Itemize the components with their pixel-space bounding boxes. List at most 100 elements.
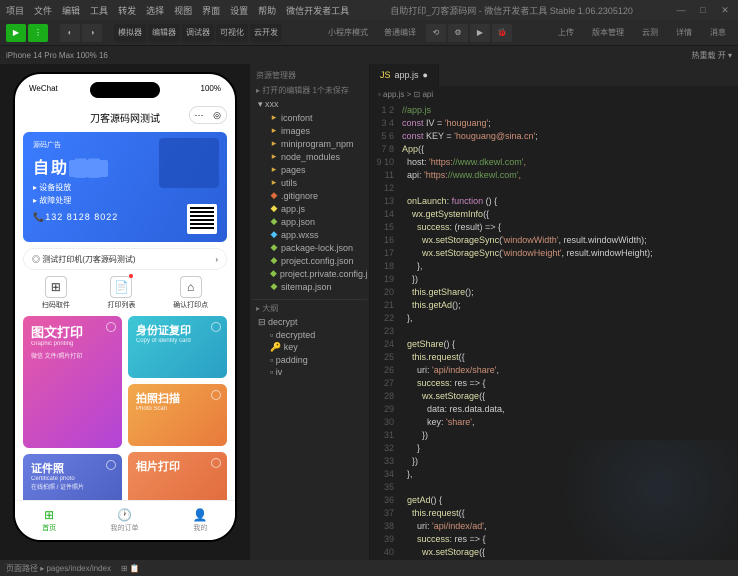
toolbar-button[interactable]: ⋮ [28, 24, 48, 42]
editor-panel: JS app.js ● ▫ app.js > ⊡ api 1 2 3 4 5 6… [370, 64, 738, 560]
card-graphic-print[interactable]: 图文打印 Graphic printing 微信 文件/照片打印 [23, 316, 122, 448]
tree-item[interactable]: ◆project.private.config.js... [252, 267, 367, 280]
menu-微信开发者工具[interactable]: 微信开发者工具 [286, 4, 349, 17]
folder-icon: ▸ [270, 177, 278, 188]
toolbar-tab-云开发[interactable]: 云开发 [250, 24, 282, 42]
menu-界面[interactable]: 界面 [202, 4, 220, 17]
menu-帮助[interactable]: 帮助 [258, 4, 276, 17]
tree-item[interactable]: ◆app.json [252, 215, 367, 228]
explorer-panel: 资源管理器 ▸ 打开的编辑器 1个未保存 ▾ xxx ▸iconfont▸ima… [250, 64, 370, 560]
toolbar-tab-编辑器[interactable]: 编辑器 [148, 24, 180, 42]
menu-转发[interactable]: 转发 [118, 4, 136, 17]
device-bar: iPhone 14 Pro Max 100% 16 热重载 开 ▾ [0, 46, 738, 64]
json-icon: ◆ [270, 242, 278, 253]
tree-item[interactable]: ◆sitemap.json [252, 280, 367, 293]
toolbar-action-上传[interactable]: 上传 [558, 27, 574, 38]
menu-视图[interactable]: 视图 [174, 4, 192, 17]
outline-item[interactable]: ⊟ decrypt [252, 316, 367, 329]
window-title: 自助打印_刀客源码网 - 微信开发者工具 Stable 1.06.2305120 [349, 4, 674, 17]
hot-reload-toggle[interactable]: 热重载 开 ▾ [692, 50, 732, 61]
json-icon: ◆ [270, 281, 278, 292]
toolbar-icon[interactable]: ⚙ [448, 24, 468, 42]
tree-item[interactable]: ▸images [252, 124, 367, 137]
toolbar-tab-模拟器[interactable]: 模拟器 [114, 24, 146, 42]
folder-icon: ▸ [270, 125, 278, 136]
address-selector[interactable]: ◎ 测试打印机(刀客源码测试) › [23, 248, 227, 270]
qr-code-icon[interactable] [187, 204, 217, 234]
toolbar-button[interactable]: ◑ [82, 24, 102, 42]
toolbar-button[interactable]: ▶ [6, 24, 26, 42]
outline-item[interactable]: ▫ iv [252, 366, 367, 378]
tabbar-item[interactable]: 🕐我的订单 [111, 508, 139, 533]
minimize-icon[interactable]: — [674, 5, 688, 16]
status-battery: 100% [201, 84, 221, 93]
capsule-menu-icon[interactable]: ⋯ [190, 107, 208, 123]
tree-item[interactable]: ▸pages [252, 163, 367, 176]
json-icon: ◆ [270, 216, 278, 227]
close-icon[interactable]: ✕ [718, 5, 732, 16]
tree-item[interactable]: ▸miniprogram_npm [252, 137, 367, 150]
toolbar: ▶⋮ ◐◑ 模拟器编辑器调试器可视化云开发 小程序模式 普通编译 ⟲⚙▶🐞 上传… [0, 20, 738, 46]
folder-icon: ▸ [270, 151, 278, 162]
tree-item[interactable]: ◆project.config.json [252, 254, 367, 267]
status-carrier: WeChat [29, 84, 58, 93]
tabbar-item[interactable]: ⊞首页 [42, 508, 56, 533]
tree-root[interactable]: ▾ xxx [252, 98, 367, 111]
tabbar-item[interactable]: 👤我的 [193, 508, 208, 533]
quick-action-list[interactable]: 📄打印列表 [107, 276, 135, 310]
toolbar-action-消息[interactable]: 消息 [710, 27, 726, 38]
tree-item[interactable]: ◆package-lock.json [252, 241, 367, 254]
menu-工具[interactable]: 工具 [90, 4, 108, 17]
mode-select[interactable]: 小程序模式 [328, 27, 368, 38]
quick-action-scan[interactable]: ⊞扫码取件 [42, 276, 70, 310]
title-bar: 项目文件编辑工具转发选择视图界面设置帮助微信开发者工具 自助打印_刀客源码网 -… [0, 0, 738, 20]
git-icon: ◆ [270, 190, 278, 201]
page-path[interactable]: 页面路径 ▸ pages/index/index [6, 563, 111, 574]
menu-项目[interactable]: 项目 [6, 4, 24, 17]
phone-frame: WeChat 100% 刀客源码网测试 ⋯ ◎ 源码广告 自助██ ▸ 设备投放… [13, 72, 237, 542]
toolbar-button[interactable]: ◐ [60, 24, 80, 42]
menu-选择[interactable]: 选择 [146, 4, 164, 17]
device-select[interactable]: iPhone 14 Pro Max 100% 16 [6, 51, 108, 60]
outline-item[interactable]: ▫ decrypted [252, 329, 367, 341]
maximize-icon[interactable]: □ [696, 5, 710, 16]
hero-banner[interactable]: 源码广告 自助██ ▸ 设备投放 ▸ 故障处理 📞132 8128 8022 [23, 132, 227, 242]
folder-icon: ▸ [270, 112, 278, 123]
notch [90, 82, 160, 98]
tree-item[interactable]: ▸utils [252, 176, 367, 189]
editor-tab[interactable]: JS app.js ● [370, 64, 439, 86]
toolbar-action-版本管理[interactable]: 版本管理 [592, 27, 624, 38]
toolbar-tab-调试器[interactable]: 调试器 [182, 24, 214, 42]
tree-item[interactable]: ◆app.js [252, 202, 367, 215]
simulator-panel: WeChat 100% 刀客源码网测试 ⋯ ◎ 源码广告 自助██ ▸ 设备投放… [0, 64, 250, 560]
tree-item[interactable]: ◆.gitignore [252, 189, 367, 202]
toolbar-icon[interactable]: ▶ [470, 24, 490, 42]
toolbar-icon[interactable]: 🐞 [492, 24, 512, 42]
outline-item[interactable]: ▫ padding [252, 354, 367, 366]
breadcrumb[interactable]: ▫ app.js > ⊡ api [370, 86, 738, 102]
toolbar-action-云测[interactable]: 云测 [642, 27, 658, 38]
outline-item[interactable]: 🔑 key [252, 341, 367, 354]
capsule-close-icon[interactable]: ◎ [208, 107, 226, 123]
toolbar-icon[interactable]: ⟲ [426, 24, 446, 42]
chevron-right-icon: › [215, 255, 218, 264]
menu-设置[interactable]: 设置 [230, 4, 248, 17]
menu-文件[interactable]: 文件 [34, 4, 52, 17]
compile-select[interactable]: 普通编译 [384, 27, 416, 38]
json-icon: ◆ [270, 255, 278, 266]
toolbar-action-详情[interactable]: 详情 [676, 27, 692, 38]
code-editor[interactable]: //app.js const IV = 'houguang'; const KE… [398, 102, 738, 560]
quick-action-confirm[interactable]: ⌂确认打印点 [173, 276, 208, 310]
scan-icon: ⊞ [45, 276, 67, 298]
card-photo-scan[interactable]: 拍照扫描 Photo Scan [128, 384, 227, 446]
menu-编辑[interactable]: 编辑 [62, 4, 80, 17]
tree-item[interactable]: ▸node_modules [252, 150, 367, 163]
app-title: 刀客源码网测试 [90, 110, 160, 125]
play-icon: ◆ [270, 229, 278, 240]
toolbar-tab-可视化[interactable]: 可视化 [216, 24, 248, 42]
card-id-copy[interactable]: 身份证复印 Copy of identity card [128, 316, 227, 378]
tree-item[interactable]: ◆app.wxss [252, 228, 367, 241]
json-icon: ◆ [270, 268, 277, 279]
tree-item[interactable]: ▸iconfont [252, 111, 367, 124]
tab-dirty-icon: ● [423, 70, 428, 80]
